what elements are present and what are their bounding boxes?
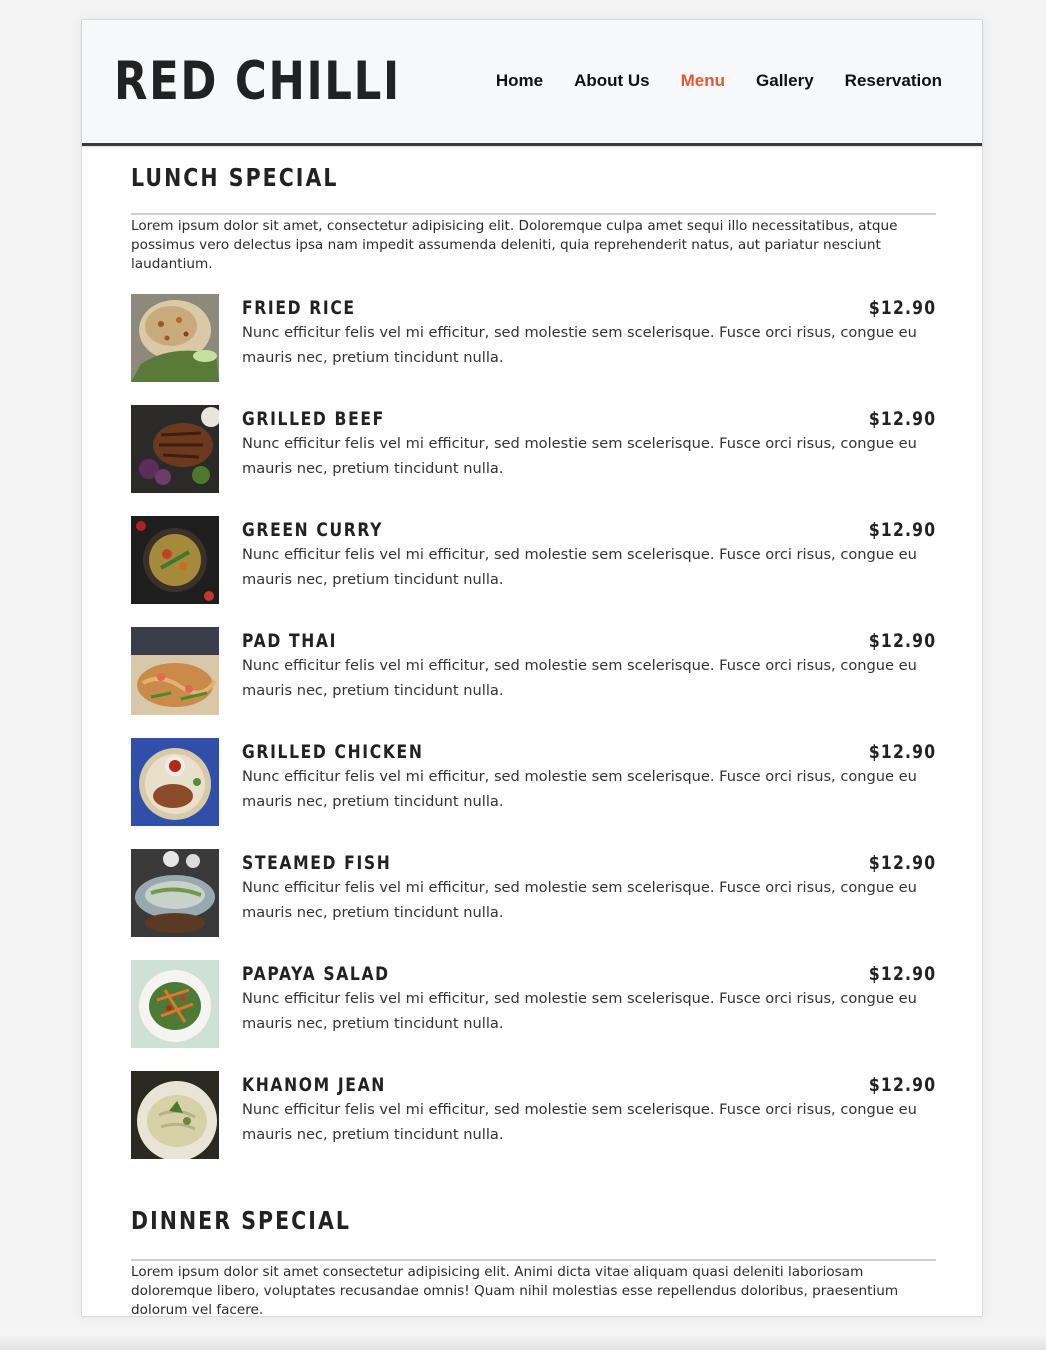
menu-item: PAD THAI $12.90 Nunc efficitur felis vel…: [131, 627, 936, 716]
fried-rice-photo: [131, 294, 219, 382]
menu-item-description: Nunc efficitur felis vel mi efficitur, s…: [242, 990, 917, 1032]
menu-item-description: Nunc efficitur felis vel mi efficitur, s…: [242, 546, 917, 588]
site-header: RED CHILLI Home About Us Menu Gallery Re…: [82, 20, 982, 146]
green-curry-photo: [131, 516, 219, 604]
pad-thai-photo: [131, 627, 219, 715]
menu-item-name: PAPAYA SALAD: [242, 963, 390, 985]
papaya-salad-photo: [131, 960, 219, 1048]
dinner-special-title: DINNER SPECIAL: [131, 1206, 351, 1235]
menu-item-description: Nunc efficitur felis vel mi efficitur, s…: [242, 324, 917, 366]
menu-item-name: FRIED RICE: [242, 297, 356, 319]
site-logo[interactable]: RED CHILLI: [114, 52, 401, 112]
khanom-jean-photo: [131, 1071, 219, 1159]
nav-link-menu[interactable]: Menu: [681, 70, 725, 92]
nav-link-reservation[interactable]: Reservation: [845, 70, 942, 92]
menu-item: KHANOM JEAN $12.90 Nunc efficitur felis …: [131, 1071, 936, 1160]
grilled-beef-photo: [131, 405, 219, 493]
menu-item-price: $12.90: [868, 297, 936, 319]
menu-item-price: $12.90: [868, 630, 936, 652]
menu-item-name: GRILLED CHICKEN: [242, 741, 424, 763]
menu-item: GREEN CURRY $12.90 Nunc efficitur felis …: [131, 516, 936, 605]
menu-item-price: $12.90: [868, 1074, 936, 1096]
menu-item: GRILLED CHICKEN $12.90 Nunc efficitur fe…: [131, 738, 936, 827]
menu-item-price: $12.90: [868, 741, 936, 763]
menu-item-name: GREEN CURRY: [242, 519, 384, 541]
menu-item-price: $12.90: [868, 963, 936, 985]
menu-item-description: Nunc efficitur felis vel mi efficitur, s…: [242, 1101, 917, 1143]
lunch-divider: [131, 213, 936, 215]
menu-item: STEAMED FISH $12.90 Nunc efficitur felis…: [131, 849, 936, 938]
menu-item-name: KHANOM JEAN: [242, 1074, 386, 1096]
menu-item: FRIED RICE $12.90 Nunc efficitur felis v…: [131, 294, 936, 383]
nav-link-about-us[interactable]: About Us: [574, 70, 650, 92]
menu-item-name: PAD THAI: [242, 630, 338, 652]
dinner-description: Lorem ipsum dolor sit amet consectetur a…: [131, 1264, 899, 1318]
menu-item-description: Nunc efficitur felis vel mi efficitur, s…: [242, 879, 917, 921]
grilled-chicken-photo: [131, 738, 219, 826]
menu-item-description: Nunc efficitur felis vel mi efficitur, s…: [242, 768, 917, 810]
menu-item-description: Nunc efficitur felis vel mi efficitur, s…: [242, 657, 917, 699]
steamed-fish-photo: [131, 849, 219, 937]
lunch-description: Lorem ipsum dolor sit amet, consectetur …: [131, 218, 898, 272]
menu-item: PAPAYA SALAD $12.90 Nunc efficitur felis…: [131, 960, 936, 1049]
menu-item-price: $12.90: [868, 852, 936, 874]
nav-link-home[interactable]: Home: [496, 70, 543, 92]
menu-item-price: $12.90: [868, 408, 936, 430]
page-bottom-shadow: [0, 1334, 1046, 1350]
menu-item-name: STEAMED FISH: [242, 852, 392, 874]
menu-item-price: $12.90: [868, 519, 936, 541]
page-container: RED CHILLI Home About Us Menu Gallery Re…: [81, 19, 983, 1318]
menu-item: GRILLED BEEF $12.90 Nunc efficitur felis…: [131, 405, 936, 494]
main-nav: Home About Us Menu Gallery Reservation: [496, 70, 942, 92]
dinner-divider: [131, 1259, 936, 1261]
menu-item-name: GRILLED BEEF: [242, 408, 385, 430]
lunch-special-title: LUNCH SPECIAL: [131, 163, 339, 192]
menu-item-description: Nunc efficitur felis vel mi efficitur, s…: [242, 435, 917, 477]
nav-link-gallery[interactable]: Gallery: [756, 70, 814, 92]
